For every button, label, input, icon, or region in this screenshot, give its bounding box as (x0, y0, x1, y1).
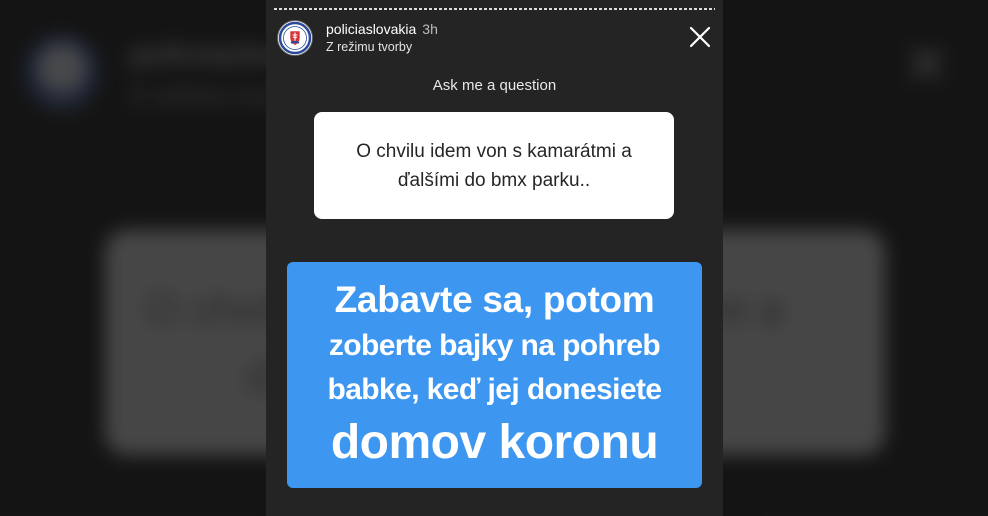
answer-text-box: Zabavte sa, potom zoberte bajky na pohre… (287, 262, 702, 488)
answer-line-2: zoberte bajky na pohreb (328, 329, 661, 362)
story-header: policiaslovakia 3h Z režimu tvorby (278, 18, 713, 58)
question-prompt: Ask me a question (432, 77, 557, 94)
question-text-line-1: O chvilu idem von s kamarátmi a (356, 140, 632, 162)
answer-line-1: Zabavte sa, potom (334, 279, 655, 320)
story-progress-bar (274, 8, 715, 10)
username-line: policiaslovakia 3h (326, 21, 438, 37)
police-badge-icon (278, 21, 312, 55)
creation-mode-label: Z režimu tvorby (326, 40, 413, 54)
answer-line-4: domov koronu (330, 416, 659, 469)
question-sticker: O chvilu idem von s kamarátmi a ďalšími … (314, 112, 674, 219)
answer-line-3: babke, keď jej donesiete (327, 373, 663, 406)
question-text: O chvilu idem von s kamarátmi a ďalšími … (338, 137, 650, 195)
close-icon (689, 26, 711, 48)
post-time: 3h (422, 21, 438, 37)
story-viewer[interactable]: policiaslovakia 3h Z režimu tvorby Ask me… (266, 0, 723, 516)
question-text-line-2: ďalšími do bmx parku.. (397, 169, 591, 191)
avatar[interactable] (278, 21, 312, 55)
close-button[interactable] (687, 24, 713, 50)
username[interactable]: policiaslovakia (326, 21, 416, 37)
